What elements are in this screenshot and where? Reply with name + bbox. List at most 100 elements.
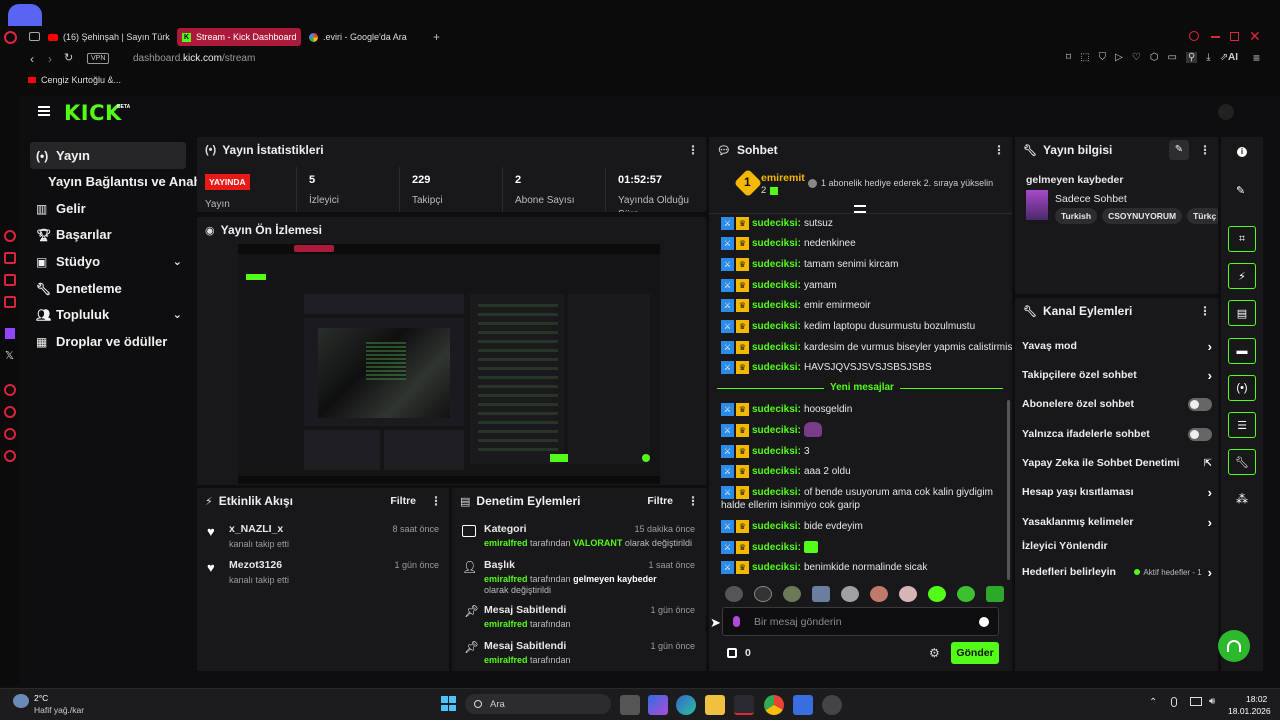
stream-preview-video[interactable]	[238, 244, 660, 484]
file-explorer-icon[interactable]	[705, 695, 725, 715]
mod-tools-button[interactable]: 🔧︎	[1228, 449, 1256, 475]
chat-username[interactable]: sudeciksi:	[752, 541, 801, 554]
action-slow-mode[interactable]: Yavaş mod ›	[1022, 332, 1212, 360]
chat-username[interactable]: sudeciksi:	[752, 445, 801, 458]
chat-settings-icon[interactable]: ⚙	[929, 646, 940, 660]
mic-icon[interactable]	[1171, 697, 1177, 707]
emote-icon[interactable]	[899, 586, 917, 602]
chat-username[interactable]: sudeciksi:	[752, 279, 801, 292]
action-set-goals[interactable]: Hedefleri belirleyin Aktif hedefler - 1 …	[1022, 558, 1212, 586]
bookmark-item[interactable]: Cengiz Kurtoğlu &...	[28, 75, 121, 85]
chrome-icon[interactable]	[764, 695, 784, 715]
clip-button[interactable]: ⌗	[1228, 226, 1256, 252]
address-bar[interactable]: dashboard. kick.com/stream	[133, 51, 255, 65]
opera-icon[interactable]	[734, 695, 754, 715]
maximize-icon[interactable]	[1230, 32, 1239, 41]
user-avatar[interactable]	[1218, 104, 1234, 120]
edge-icon[interactable]	[676, 695, 696, 715]
kick-logo[interactable]: KICK	[64, 101, 122, 125]
tag[interactable]: CSOYNUYORUM	[1102, 208, 1183, 224]
chat-input[interactable]: Bir mesaj gönderin	[722, 607, 999, 636]
chat-username[interactable]: sudeciksi:	[752, 424, 801, 437]
chat-username[interactable]: sudeciksi:	[752, 217, 801, 230]
download-icon[interactable]: ⤓	[1206, 52, 1210, 63]
chat-username[interactable]: sudeciksi:	[752, 520, 801, 533]
action-account-age[interactable]: Hesap yaşı kısıtlaması ›	[1022, 478, 1212, 506]
tab-youtube[interactable]: (16) Şehinşah | Sayın Türk	[48, 28, 174, 46]
new-tab-button[interactable]: +	[433, 30, 440, 44]
chat-scrollbar[interactable]	[1007, 400, 1010, 580]
minimize-icon[interactable]	[1211, 36, 1220, 38]
activity-user[interactable]: Mezot3126	[229, 559, 282, 571]
emoji-icon[interactable]	[979, 616, 989, 627]
action-followers-only[interactable]: Takipçilere özel sohbet ›	[1022, 361, 1212, 389]
more-icon[interactable]: ⋮	[687, 494, 699, 508]
hamburger-menu-icon[interactable]	[38, 106, 50, 116]
ai-button[interactable]: AI	[1228, 52, 1238, 63]
sidebar-item-studyo[interactable]: ▣ Stüdyo ⌄	[30, 248, 186, 275]
action-redirect-viewers[interactable]: İzleyici Yönlendir	[1022, 532, 1212, 560]
x-twitter-icon[interactable]: 𝕏	[5, 349, 14, 362]
tag[interactable]: Türkç	[1187, 208, 1218, 224]
moderator-name[interactable]: emiralfred	[484, 655, 528, 665]
emote-icon[interactable]	[986, 586, 1004, 602]
edit-icon[interactable]: ✎	[1169, 140, 1189, 160]
pin-icon[interactable]: ⌑	[1066, 52, 1071, 63]
edit-icon[interactable]: ✎	[1236, 184, 1245, 197]
browser-search-icon[interactable]	[1189, 31, 1199, 41]
emotes-only-toggle[interactable]	[1188, 427, 1212, 441]
broadcast-button[interactable]: (•)	[1228, 375, 1256, 401]
notes-button[interactable]: ▤	[1228, 300, 1256, 326]
weather-temp[interactable]: 2°C	[34, 693, 48, 703]
moderator-name[interactable]: emiralfred	[484, 619, 528, 629]
tab-google[interactable]: .eviri - Google'da Ara	[309, 28, 427, 46]
sidebar-item-droplar[interactable]: ▦ Droplar ve ödüller	[30, 328, 186, 355]
cube-icon[interactable]: ⬡	[1150, 52, 1159, 63]
more-icon[interactable]: ⋮	[430, 494, 442, 508]
collapse-icon[interactable]	[854, 205, 866, 213]
screenshot-icon[interactable]: ⬚	[1080, 52, 1089, 63]
dock-item-icon[interactable]	[4, 384, 16, 396]
share-icon[interactable]: ⇗	[1220, 52, 1228, 63]
filter-button[interactable]: Filtre	[647, 495, 673, 507]
emote-icon[interactable]	[783, 586, 801, 602]
dock-item-icon[interactable]	[4, 296, 16, 308]
more-icon[interactable]: ⋮	[1199, 143, 1211, 157]
opera-logo-icon[interactable]	[4, 31, 17, 44]
windows-start-icon[interactable]	[441, 696, 456, 711]
dock-item-icon[interactable]	[4, 230, 16, 242]
points-display[interactable]: 0	[727, 647, 751, 659]
chat-popout-button[interactable]: ▬	[1228, 338, 1256, 364]
sidebar-item-topluluk[interactable]: 👥︎ Topluluk ⌄	[30, 301, 186, 328]
tab-switcher-icon[interactable]	[29, 32, 40, 41]
shield-icon[interactable]: ⛉	[1099, 52, 1107, 63]
taskbar-search[interactable]: Ara	[465, 694, 611, 714]
moderator-name[interactable]: emiralfred	[484, 574, 528, 584]
sidebar-item-basarilar[interactable]: 🏆︎ Başarılar	[30, 221, 186, 248]
sidebar-item-yayin[interactable]: (•) Yayın	[30, 142, 186, 169]
chat-username[interactable]: sudeciksi:	[752, 561, 801, 574]
chat-username[interactable]: sudeciksi:	[752, 299, 801, 312]
gift-cta[interactable]: 1 abonelik hediye ederek 2. sıraya yükse…	[808, 178, 993, 188]
moderator-name[interactable]: emiralfred	[484, 538, 528, 548]
play-icon[interactable]: ▷	[1115, 52, 1123, 63]
subscribers-only-toggle[interactable]	[1188, 397, 1212, 411]
store-icon[interactable]	[793, 695, 813, 715]
emote-icon[interactable]	[841, 586, 859, 602]
emote-icon[interactable]	[870, 586, 888, 602]
send-button[interactable]: Gönder	[951, 642, 999, 664]
history-icon[interactable]	[4, 406, 16, 418]
clock-time[interactable]: 18:02	[1246, 694, 1267, 704]
network-icon[interactable]	[1190, 697, 1202, 706]
extension-icon[interactable]: ⚲	[1185, 52, 1198, 63]
chat-username[interactable]: sudeciksi:	[752, 341, 801, 354]
sidebar-item-denetleme[interactable]: 🔧︎ Denetleme	[30, 275, 186, 302]
chat-username[interactable]: sudeciksi:	[752, 361, 801, 374]
wallet-icon[interactable]: ▭	[1168, 52, 1177, 63]
chat-username[interactable]: sudeciksi:	[752, 403, 801, 416]
emote-icon[interactable]	[812, 586, 830, 602]
chat-username[interactable]: sudeciksi:	[752, 465, 801, 478]
weather-icon[interactable]	[13, 694, 29, 708]
action-ai-moderation[interactable]: Yapay Zeka ile Sohbet Denetimi ⇱	[1022, 449, 1212, 477]
tray-overflow-icon[interactable]: ⌃	[1149, 697, 1157, 708]
